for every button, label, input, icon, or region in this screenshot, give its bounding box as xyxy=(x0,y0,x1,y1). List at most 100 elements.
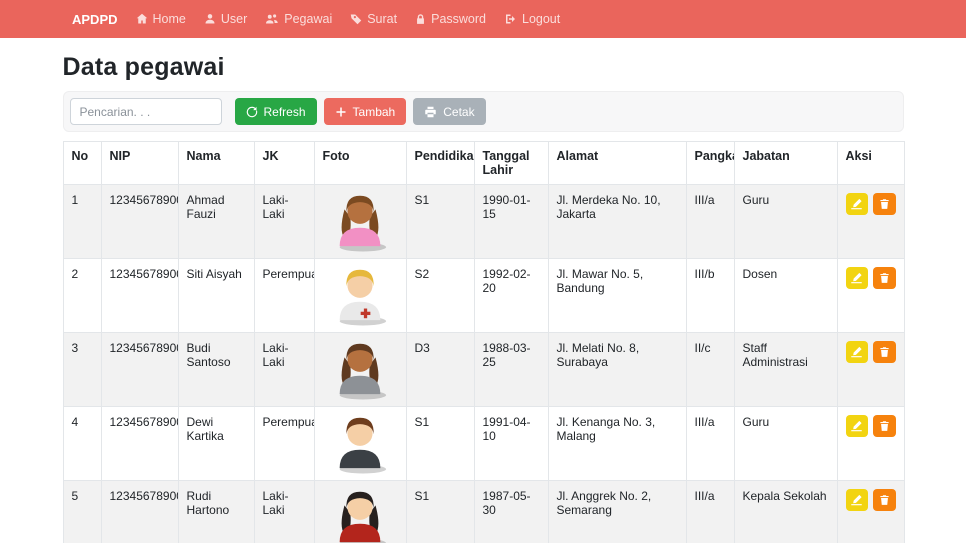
delete-button[interactable] xyxy=(873,267,896,289)
logout-icon xyxy=(504,13,517,25)
employee-photo xyxy=(314,407,406,481)
cell-nama: Siti Aisyah xyxy=(178,259,254,333)
user-icon xyxy=(204,13,216,25)
nav-item-surat[interactable]: Surat xyxy=(350,12,397,26)
delete-button[interactable] xyxy=(873,341,896,363)
delete-button[interactable] xyxy=(873,489,896,511)
cell-pangkat: II/c xyxy=(686,333,734,407)
cell-alamat: Jl. Kenanga No. 3, Malang xyxy=(548,407,686,481)
cell-jk: Laki-Laki xyxy=(254,333,314,407)
tags-icon xyxy=(350,13,362,25)
column-header-tanggal-lahir: Tanggal Lahir xyxy=(474,142,548,185)
lock-icon xyxy=(415,13,426,25)
cell-jk: Laki-Laki xyxy=(254,185,314,259)
plus-icon xyxy=(335,106,347,118)
toolbar-panel: Refresh Tambah Cetak xyxy=(63,91,904,132)
column-header-jk: JK xyxy=(254,142,314,185)
cell-nama: Rudi Hartono xyxy=(178,481,254,543)
actions-cell xyxy=(837,407,904,481)
cell-nip: 123456789001 xyxy=(101,185,178,259)
cell-nip: 123456789002 xyxy=(101,259,178,333)
cell-pendidikan: S1 xyxy=(406,407,474,481)
cell-jabatan: Guru xyxy=(734,185,837,259)
nav-item-label: Home xyxy=(153,12,186,26)
edit-button[interactable] xyxy=(846,193,869,215)
column-header-jabatan: Jabatan xyxy=(734,142,837,185)
table-row: 2123456789002Siti AisyahPerempuan S21992-… xyxy=(63,259,904,333)
nav-item-label: User xyxy=(221,12,247,26)
top-navbar: APDPD Home User Pegawai Surat Password Logout xyxy=(0,0,966,38)
column-header-pangkat: Pangkat xyxy=(686,142,734,185)
column-header-foto: Foto xyxy=(314,142,406,185)
nav-item-logout[interactable]: Logout xyxy=(504,12,560,26)
cell-jk: Perempuan xyxy=(254,259,314,333)
cell-nama: Budi Santoso xyxy=(178,333,254,407)
cell-pendidikan: S1 xyxy=(406,481,474,543)
cell-alamat: Jl. Merdeka No. 10, Jakarta xyxy=(548,185,686,259)
edit-button[interactable] xyxy=(846,267,869,289)
cell-no: 3 xyxy=(63,333,101,407)
cell-tanggal_lahir: 1992-02-20 xyxy=(474,259,548,333)
nav-item-label: Password xyxy=(431,12,486,26)
cetak-button[interactable]: Cetak xyxy=(413,98,485,125)
nav-item-user[interactable]: User xyxy=(204,12,247,26)
cell-jabatan: Dosen xyxy=(734,259,837,333)
nav-item-pegawai[interactable]: Pegawai xyxy=(265,12,332,26)
cell-nip: 123456789003 xyxy=(101,333,178,407)
edit-button[interactable] xyxy=(846,489,869,511)
nav-item-password[interactable]: Password xyxy=(415,12,486,26)
cell-no: 2 xyxy=(63,259,101,333)
nav-item-label: Pegawai xyxy=(284,12,332,26)
cell-nama: Dewi Kartika xyxy=(178,407,254,481)
cell-tanggal_lahir: 1990-01-15 xyxy=(474,185,548,259)
table-row: 1123456789001Ahmad FauziLaki-LakiS11990-… xyxy=(63,185,904,259)
column-header-alamat: Alamat xyxy=(548,142,686,185)
nav-items: Home User Pegawai Surat Password Logout xyxy=(136,12,561,26)
page-title: Data pegawai xyxy=(63,53,904,82)
cell-alamat: Jl. Melati No. 8, Surabaya xyxy=(548,333,686,407)
employee-photo xyxy=(314,481,406,543)
table-row: 3123456789003Budi SantosoLaki-Laki D31988… xyxy=(63,333,904,407)
employee-photo xyxy=(314,185,406,259)
tambah-button[interactable]: Tambah xyxy=(324,98,407,125)
nav-item-label: Surat xyxy=(367,12,397,26)
nav-item-home[interactable]: Home xyxy=(136,12,186,26)
cell-pangkat: III/a xyxy=(686,407,734,481)
actions-cell xyxy=(837,481,904,543)
cell-pendidikan: S2 xyxy=(406,259,474,333)
refresh-button[interactable]: Refresh xyxy=(235,98,317,125)
delete-button[interactable] xyxy=(873,193,896,215)
refresh-icon xyxy=(246,106,258,118)
employee-photo xyxy=(314,259,406,333)
cell-nama: Ahmad Fauzi xyxy=(178,185,254,259)
users-icon xyxy=(265,13,279,25)
actions-cell xyxy=(837,259,904,333)
column-header-nama: Nama xyxy=(178,142,254,185)
column-header-pendidikan: Pendidikan xyxy=(406,142,474,185)
search-input[interactable] xyxy=(70,98,222,125)
cell-pangkat: III/a xyxy=(686,185,734,259)
printer-icon xyxy=(424,106,437,118)
cell-alamat: Jl. Anggrek No. 2, Semarang xyxy=(548,481,686,543)
cell-tanggal_lahir: 1991-04-10 xyxy=(474,407,548,481)
delete-button[interactable] xyxy=(873,415,896,437)
cell-no: 5 xyxy=(63,481,101,543)
cell-pendidikan: D3 xyxy=(406,333,474,407)
column-header-aksi: Aksi xyxy=(837,142,904,185)
cetak-label: Cetak xyxy=(443,105,474,119)
brand[interactable]: APDPD xyxy=(72,12,118,27)
edit-button[interactable] xyxy=(846,341,869,363)
table-header: NoNIPNamaJKFotoPendidikanTanggal LahirAl… xyxy=(63,142,904,185)
cell-tanggal_lahir: 1987-05-30 xyxy=(474,481,548,543)
nav-item-label: Logout xyxy=(522,12,560,26)
edit-button[interactable] xyxy=(846,415,869,437)
tambah-label: Tambah xyxy=(353,105,396,119)
cell-tanggal_lahir: 1988-03-25 xyxy=(474,333,548,407)
employee-photo xyxy=(314,333,406,407)
pegawai-table: NoNIPNamaJKFotoPendidikanTanggal LahirAl… xyxy=(63,141,905,543)
cell-pangkat: III/b xyxy=(686,259,734,333)
actions-cell xyxy=(837,333,904,407)
column-header-no: No xyxy=(63,142,101,185)
cell-jabatan: Kepala Sekolah xyxy=(734,481,837,543)
page-container: Data pegawai Refresh Tambah Cetak NoNIPN… xyxy=(63,53,904,543)
